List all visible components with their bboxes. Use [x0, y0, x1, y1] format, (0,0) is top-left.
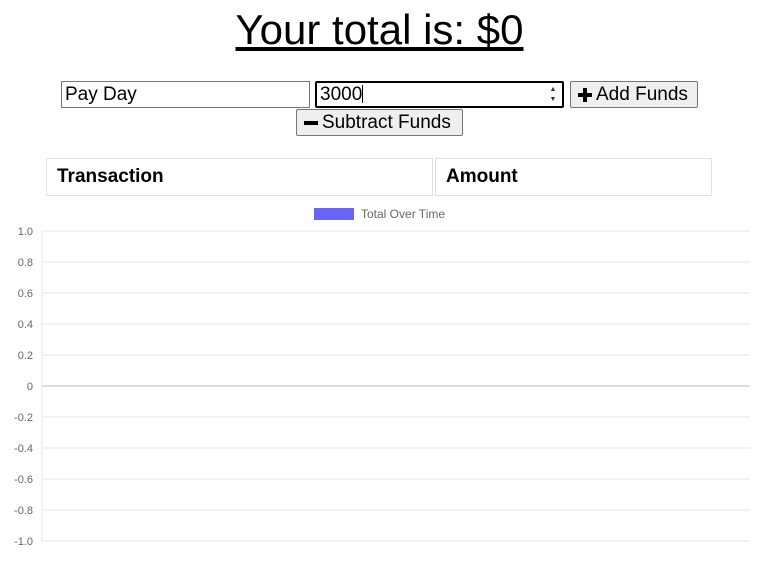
y-tick-label: 1.0: [18, 226, 33, 238]
y-tick-label: 0.4: [18, 319, 33, 331]
y-tick-label: 0.2: [18, 350, 33, 362]
total-heading: Your total is: $0: [235, 6, 524, 53]
add-funds-button[interactable]: Add Funds: [570, 81, 698, 108]
y-tick-label: -0.6: [14, 474, 33, 486]
spinner-down-icon[interactable]: ▼: [550, 95, 557, 104]
chart-legend: Total Over Time: [314, 207, 445, 221]
column-header-transaction: Transaction: [46, 158, 433, 196]
y-tick-label: 0.6: [18, 288, 33, 300]
total-over-time-chart: 1.0 0.8 0.6 0.4 0.2 0 -0.2 -0.4 -0.6 -0.8 -1.0 Tot…: [14, 207, 750, 548]
add-funds-label: Add Funds: [596, 83, 688, 105]
table-header-row: Transaction Amount: [46, 158, 712, 196]
subtract-funds-button[interactable]: Subtract Funds: [296, 109, 463, 136]
transaction-name-input[interactable]: [61, 81, 310, 108]
column-header-amount: Amount: [435, 158, 712, 196]
y-tick-label: -0.2: [14, 412, 33, 424]
legend-label: Total Over Time: [361, 207, 445, 221]
transactions-table: Transaction Amount: [44, 156, 714, 198]
y-tick-label: 0: [27, 381, 33, 393]
minus-icon: [304, 120, 318, 125]
y-tick-label: 0.8: [18, 257, 33, 269]
plus-icon: [578, 87, 592, 102]
number-spinner[interactable]: ▲ ▼: [548, 85, 558, 104]
y-tick-label: -0.8: [14, 505, 33, 517]
y-tick-label: -0.4: [14, 443, 33, 455]
amount-input[interactable]: 3000 ▲ ▼: [315, 81, 564, 108]
amount-value: 3000: [320, 84, 364, 105]
chart-grid: [41, 230, 750, 542]
legend-swatch: [314, 208, 354, 220]
y-axis-ticks: 1.0 0.8 0.6 0.4 0.2 0 -0.2 -0.4 -0.6 -0.8 -1.0: [14, 226, 33, 548]
y-tick-label: -1.0: [14, 536, 33, 548]
spinner-up-icon[interactable]: ▲: [550, 85, 557, 94]
subtract-funds-label: Subtract Funds: [322, 111, 451, 133]
